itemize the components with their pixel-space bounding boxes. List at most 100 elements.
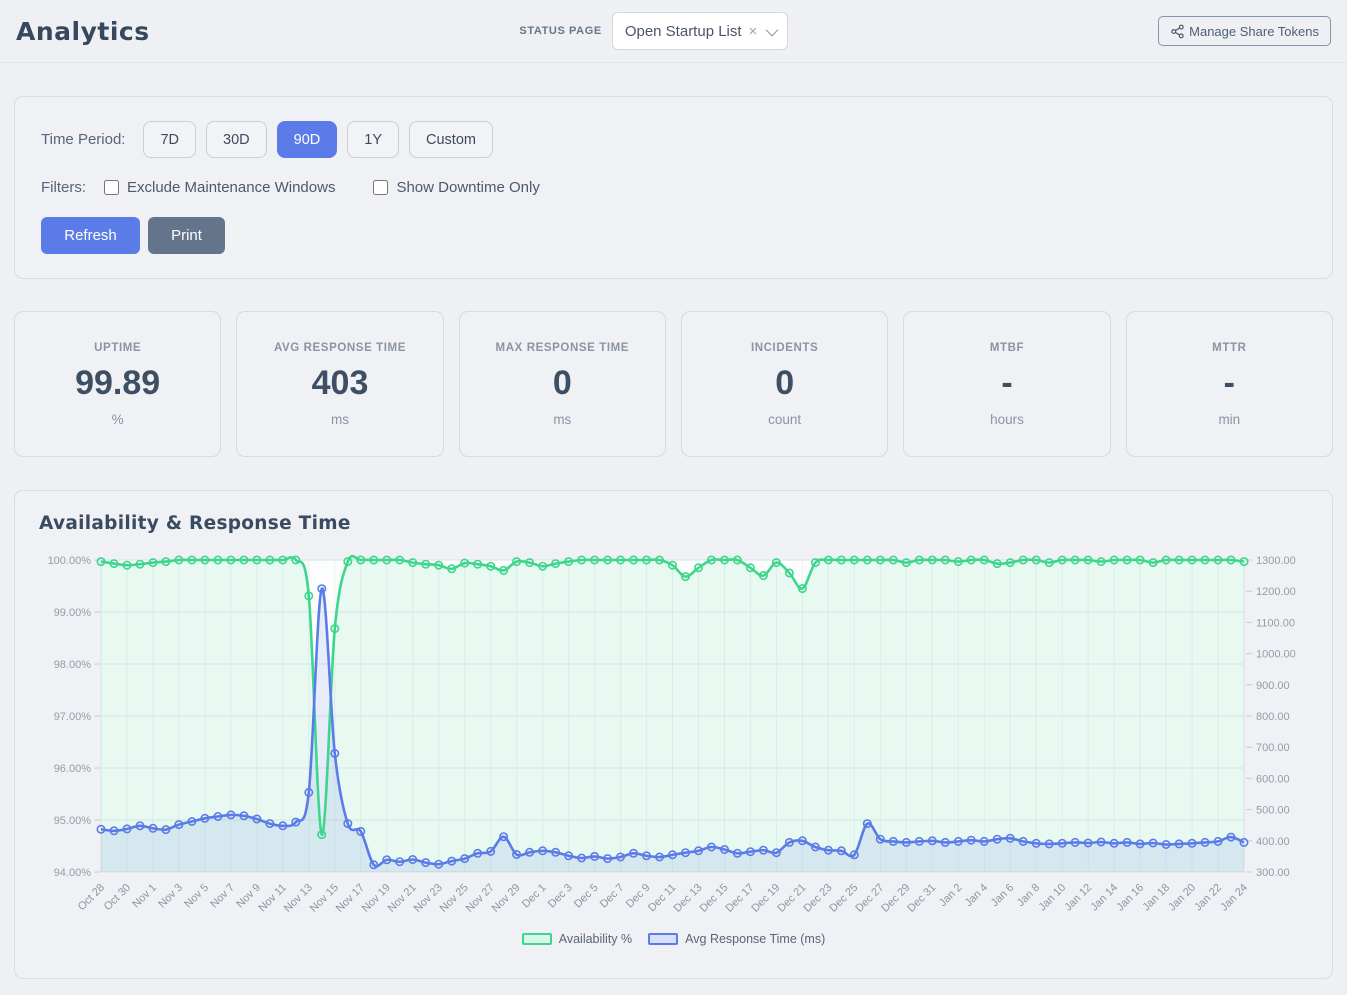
right-axis-tick-label: 500.00 xyxy=(1256,805,1290,817)
x-axis-tick-label: Jan 20 xyxy=(1166,882,1198,914)
page-title: Analytics xyxy=(16,17,150,46)
legend-label: Availability % xyxy=(559,932,632,946)
exclude-maintenance-label[interactable]: Exclude Maintenance Windows xyxy=(127,179,335,196)
status-page-select[interactable]: Open Startup List × xyxy=(612,12,789,50)
stat-value: 403 xyxy=(312,364,369,403)
stat-unit: count xyxy=(768,412,801,427)
x-axis-tick-label: Oct 28 xyxy=(76,882,107,913)
stat-unit: ms xyxy=(553,412,571,427)
x-axis-tick-label: Dec 31 xyxy=(905,882,938,915)
stat-card-mtbf: MTBF - hours xyxy=(903,311,1110,457)
left-axis-tick-label: 96.00% xyxy=(54,763,92,775)
chevron-down-icon xyxy=(766,23,779,36)
stat-label: UPTIME xyxy=(94,342,141,354)
share-icon xyxy=(1170,24,1185,39)
x-axis-tick-label: Jan 12 xyxy=(1062,882,1094,914)
exclude-maintenance-checkbox-item: Exclude Maintenance Windows xyxy=(104,179,335,196)
stat-label: MTBF xyxy=(990,342,1024,354)
stat-value: 0 xyxy=(553,364,572,403)
stat-card-mttr: MTTR - min xyxy=(1126,311,1333,457)
stat-value: - xyxy=(1224,364,1235,403)
filter-panel: Time Period: 7D 30D 90D 1Y Custom Filter… xyxy=(14,96,1333,279)
x-axis-tick-label: Dec 5 xyxy=(572,882,601,911)
filters-label: Filters: xyxy=(41,179,86,196)
right-axis-tick-label: 400.00 xyxy=(1256,836,1290,848)
chart-legend: Availability % Avg Response Time (ms) xyxy=(39,932,1308,946)
chart-panel: Availability & Response Time 100.00% 99.0… xyxy=(14,490,1333,979)
x-axis-tick-label: Dec 3 xyxy=(546,882,575,911)
right-axis-tick-label: 1100.00 xyxy=(1256,617,1295,629)
clear-selection-icon[interactable]: × xyxy=(749,24,758,39)
stat-label: MAX RESPONSE TIME xyxy=(496,342,630,354)
x-axis-tick-label: Nov 1 xyxy=(130,882,159,911)
availability-response-chart: 100.00% 99.00% 98.00% 97.00% 96.00% 95.00% 94.… xyxy=(39,546,1308,930)
legend-item-availability[interactable]: Availability % xyxy=(522,932,632,946)
stat-card-incidents: INCIDENTS 0 count xyxy=(681,311,888,457)
legend-label: Avg Response Time (ms) xyxy=(685,932,825,946)
stats-row: UPTIME 99.89 % AVG RESPONSE TIME 403 ms … xyxy=(14,311,1333,457)
left-axis-tick-label: 95.00% xyxy=(54,815,92,827)
stat-value: - xyxy=(1001,364,1012,403)
refresh-button[interactable]: Refresh xyxy=(41,217,140,254)
right-axis-tick-label: 1000.00 xyxy=(1256,649,1296,661)
x-axis-tick-label: Dec 7 xyxy=(598,882,627,911)
left-axis-tick-label: 94.00% xyxy=(54,867,92,879)
status-page-selected-value: Open Startup List xyxy=(625,23,742,40)
stat-label: INCIDENTS xyxy=(751,342,818,354)
manage-share-tokens-button[interactable]: Manage Share Tokens xyxy=(1158,16,1331,46)
manage-share-tokens-label: Manage Share Tokens xyxy=(1189,24,1319,39)
period-button-1y[interactable]: 1Y xyxy=(347,121,399,158)
show-downtime-label[interactable]: Show Downtime Only xyxy=(396,179,539,196)
x-axis-tick-label: Jan 18 xyxy=(1140,882,1172,914)
period-button-7d[interactable]: 7D xyxy=(143,121,196,158)
right-axis-tick-label: 900.00 xyxy=(1256,680,1290,692)
x-axis-tick-label: Jan 14 xyxy=(1088,882,1120,914)
x-axis-tick-label: Nov 5 xyxy=(182,882,211,911)
x-axis-tick-label: Jan 10 xyxy=(1036,882,1068,914)
legend-item-response-time[interactable]: Avg Response Time (ms) xyxy=(648,932,825,946)
left-axis-tick-label: 98.00% xyxy=(54,659,92,671)
stat-card-uptime: UPTIME 99.89 % xyxy=(14,311,221,457)
x-axis-tick-label: Dec 1 xyxy=(520,882,549,911)
response-time-swatch xyxy=(648,933,678,945)
period-button-custom[interactable]: Custom xyxy=(409,121,493,158)
availability-swatch xyxy=(522,933,552,945)
status-page-selector-group: STATUS PAGE Open Startup List × xyxy=(150,12,1159,50)
x-axis-tick-label: Jan 22 xyxy=(1192,882,1224,914)
stat-unit: ms xyxy=(331,412,349,427)
print-button[interactable]: Print xyxy=(148,217,225,254)
x-axis-tick-label: Jan 2 xyxy=(937,882,965,910)
right-axis-tick-label: 700.00 xyxy=(1256,742,1290,754)
left-axis-tick-label: 97.00% xyxy=(54,711,92,723)
x-axis-tick-label: Jan 16 xyxy=(1114,882,1146,914)
stat-unit: hours xyxy=(990,412,1024,427)
stat-value: 0 xyxy=(775,364,794,403)
x-axis-tick-label: Nov 29 xyxy=(490,882,523,915)
stat-unit: % xyxy=(112,412,124,427)
chart-title: Availability & Response Time xyxy=(39,513,1308,534)
status-page-label: STATUS PAGE xyxy=(519,25,601,37)
left-axis-tick-label: 99.00% xyxy=(54,607,92,619)
stat-value: 99.89 xyxy=(75,364,160,403)
time-period-label: Time Period: xyxy=(41,131,125,148)
x-axis-tick-label: Jan 4 xyxy=(963,882,991,910)
x-axis-tick-label: Nov 7 xyxy=(208,882,237,911)
stat-label: AVG RESPONSE TIME xyxy=(274,342,406,354)
stat-card-avg-response: AVG RESPONSE TIME 403 ms xyxy=(236,311,443,457)
stat-card-max-response: MAX RESPONSE TIME 0 ms xyxy=(459,311,666,457)
x-axis-tick-label: Nov 3 xyxy=(156,882,185,911)
show-downtime-checkbox-item: Show Downtime Only xyxy=(373,179,539,196)
exclude-maintenance-checkbox[interactable] xyxy=(104,180,119,195)
time-period-buttons: 7D 30D 90D 1Y Custom xyxy=(143,121,492,158)
x-axis-tick-label: Jan 6 xyxy=(989,882,1017,910)
left-axis-tick-label: 100.00% xyxy=(48,555,92,567)
period-button-30d[interactable]: 30D xyxy=(206,121,267,158)
x-axis-tick-label: Oct 30 xyxy=(102,882,133,913)
period-button-90d[interactable]: 90D xyxy=(277,121,338,158)
header: Analytics STATUS PAGE Open Startup List … xyxy=(0,0,1347,63)
right-axis-tick-label: 1200.00 xyxy=(1256,586,1296,598)
right-axis-tick-label: 300.00 xyxy=(1256,867,1290,879)
x-axis-tick-label: Jan 24 xyxy=(1218,882,1250,914)
stat-label: MTTR xyxy=(1212,342,1246,354)
show-downtime-checkbox[interactable] xyxy=(373,180,388,195)
